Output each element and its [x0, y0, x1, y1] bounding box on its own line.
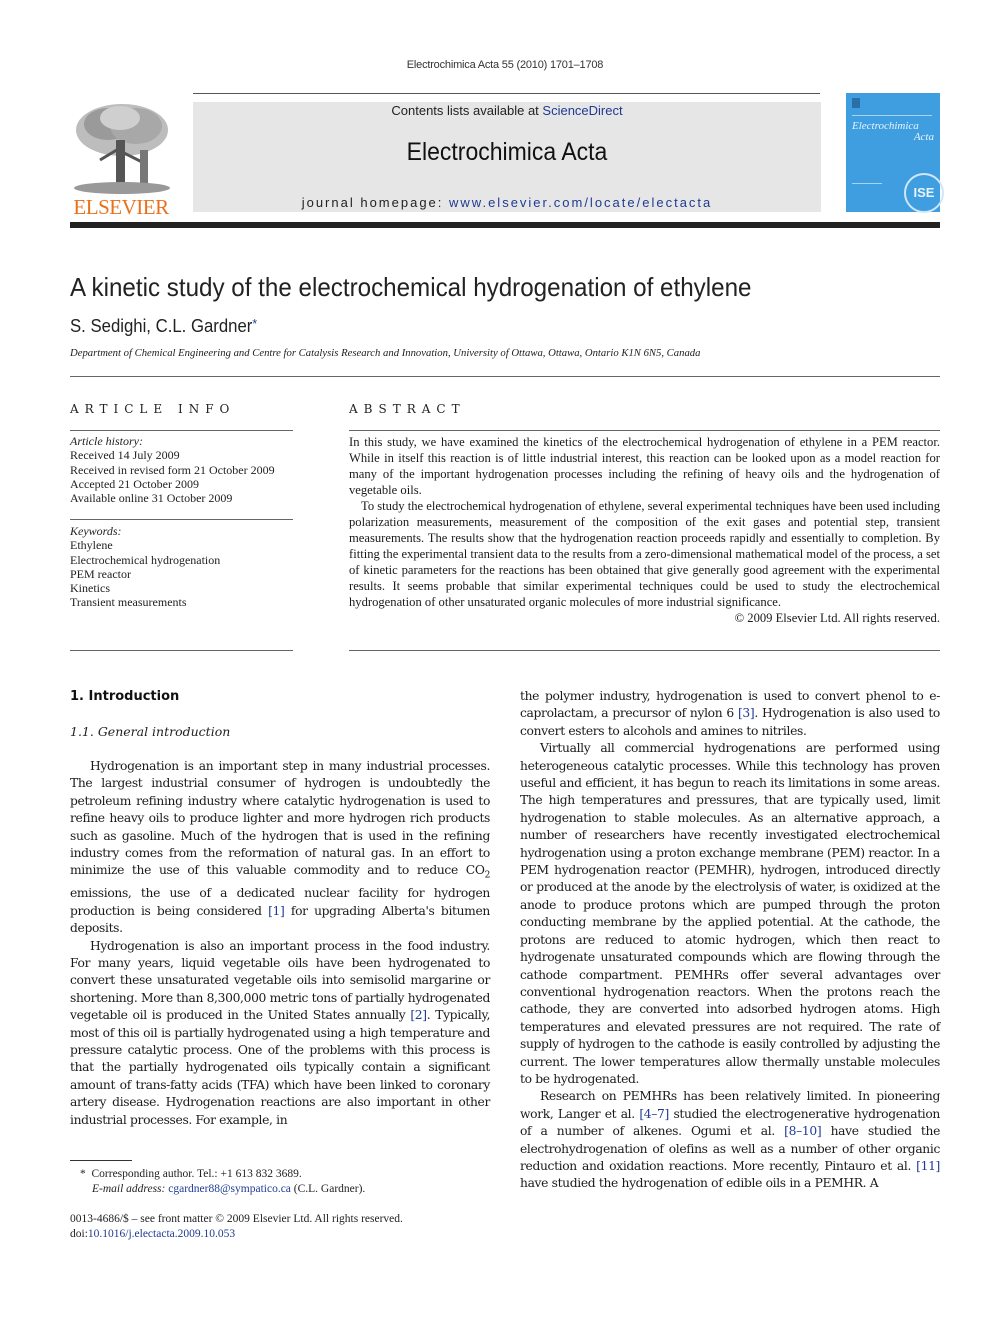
footnote-corresponding: * Corresponding author. Tel.: +1 613 832… — [70, 1167, 500, 1182]
issn-line: 0013-4686/$ – see front matter © 2009 El… — [70, 1213, 403, 1225]
history-accepted: Accepted 21 October 2009 — [70, 476, 199, 491]
tree-icon — [74, 104, 170, 194]
cover-publisher-icon — [852, 98, 860, 108]
right-column: the polymer industry, hydrogenation is u… — [520, 688, 940, 1193]
article-info-rule — [70, 430, 293, 431]
history-online: Available online 31 October 2009 — [70, 491, 233, 506]
citation-link[interactable]: [1] — [268, 904, 285, 918]
article-title: A kinetic study of the electrochemical h… — [70, 272, 752, 302]
text-run: . Typically, most of this oil is partial… — [70, 1008, 490, 1127]
subsection-heading: 1.1. General introduction — [70, 724, 231, 739]
authors: S. Sedighi, C.L. Gardner* — [70, 316, 257, 337]
homepage-line: journal homepage: www.elsevier.com/locat… — [193, 195, 821, 210]
abstract-copyright: © 2009 Elsevier Ltd. All rights reserved… — [734, 611, 940, 625]
subscript: 2 — [484, 870, 491, 881]
abstract-paragraph: In this study, we have examined the kine… — [349, 435, 940, 497]
abstract-heading: ABSTRACT — [349, 402, 466, 416]
abstract-rule — [349, 430, 940, 431]
citation-link[interactable]: [4–7] — [639, 1107, 669, 1121]
homepage-prefix: journal homepage: — [301, 195, 450, 210]
contents-prefix: Contents lists available at — [391, 103, 543, 118]
footnote-email: E-mail address: cgardner88@sympatico.ca … — [70, 1182, 500, 1197]
keywords-rule — [70, 519, 293, 520]
sciencedirect-link[interactable]: ScienceDirect — [542, 103, 622, 118]
title-rule — [70, 376, 940, 377]
history-revised: Received in revised form 21 October 2009 — [70, 462, 275, 477]
email-label: E-mail address: — [92, 1182, 166, 1195]
masthead-rule — [70, 222, 940, 228]
citation-link[interactable]: [11] — [916, 1159, 940, 1173]
footnote: * Corresponding author. Tel.: +1 613 832… — [70, 1167, 500, 1196]
section-heading: 1. Introduction — [70, 689, 180, 704]
affiliation: Department of Chemical Engineering and C… — [70, 347, 701, 359]
doi-link[interactable]: 10.1016/j.electacta.2009.10.053 — [88, 1228, 235, 1240]
front-matter: 0013-4686/$ – see front matter © 2009 El… — [70, 1212, 500, 1242]
text-run: Hydrogenation is an important step in ma… — [70, 759, 490, 878]
author-names: S. Sedighi, C.L. Gardner — [70, 316, 253, 336]
abstract-bottom-rule — [349, 650, 940, 651]
keyword: PEM reactor — [70, 566, 131, 581]
email-link[interactable]: cgardner88@sympatico.ca — [168, 1183, 291, 1195]
header-rule — [193, 93, 820, 94]
article-info-heading: ARTICLE INFO — [70, 402, 236, 416]
ise-badge-icon: ISE — [904, 173, 944, 213]
keyword: Electrochemical hydrogenation — [70, 552, 221, 567]
doi-prefix: doi: — [70, 1228, 88, 1240]
journal-cover: Electrochimica Acta ISE — [846, 93, 944, 213]
citation-link[interactable]: [3] — [738, 706, 755, 720]
text-run: have studied the hydrogenation of edible… — [520, 1176, 879, 1191]
body-paragraph: the polymer industry, hydrogenation is u… — [520, 688, 940, 740]
publisher-name: ELSEVIER — [73, 195, 169, 219]
footnote-rule — [70, 1160, 132, 1161]
cover-rule — [852, 115, 932, 116]
keywords-label: Keywords: — [70, 524, 122, 538]
history-received: Received 14 July 2009 — [70, 448, 180, 463]
contents-line: Contents lists available at ScienceDirec… — [193, 103, 821, 118]
footnote-text: Corresponding author. Tel.: +1 613 832 3… — [91, 1168, 302, 1180]
left-column: Hydrogenation is an important step in ma… — [70, 758, 490, 1129]
footnote-mark: * — [80, 1168, 86, 1180]
history-label: Article history: — [70, 434, 143, 448]
abstract-body: In this study, we have examined the kine… — [349, 434, 940, 626]
homepage-link[interactable]: www.elsevier.com/locate/electacta — [449, 195, 712, 210]
keyword: Ethylene — [70, 538, 113, 553]
keyword: Kinetics — [70, 581, 110, 596]
corresponding-author-mark[interactable]: * — [252, 316, 257, 331]
citation-link[interactable]: [8–10] — [784, 1124, 821, 1138]
citation-link[interactable]: [2] — [410, 1008, 427, 1022]
doi-line: doi:10.1016/j.electacta.2009.10.053 — [70, 1227, 500, 1242]
info-bottom-rule — [70, 650, 293, 651]
body-paragraph: Hydrogenation is also an important proce… — [70, 938, 490, 1129]
article-history: Article history: Received 14 July 2009 R… — [70, 434, 295, 505]
keywords: Keywords: Ethylene Electrochemical hydro… — [70, 524, 295, 610]
journal-title: Electrochimica Acta — [406, 138, 608, 166]
running-head: Electrochimica Acta 55 (2010) 1701–1708 — [406, 59, 604, 71]
cover-rule-2 — [852, 183, 882, 184]
email-suffix: (C.L. Gardner). — [290, 1182, 366, 1195]
body-paragraph: Virtually all commercial hydrogenations … — [520, 741, 940, 1086]
cover-title: Electrochimica Acta — [852, 121, 934, 143]
keyword: Transient measurements — [70, 595, 187, 610]
body-paragraph: Hydrogenation is an important step in ma… — [70, 758, 490, 938]
abstract-paragraph: To study the electrochemical hydrogenati… — [349, 499, 941, 609]
body-paragraph: Research on PEMHRs has been relatively l… — [520, 1088, 940, 1192]
cover-title-line-2: Acta — [913, 131, 934, 143]
